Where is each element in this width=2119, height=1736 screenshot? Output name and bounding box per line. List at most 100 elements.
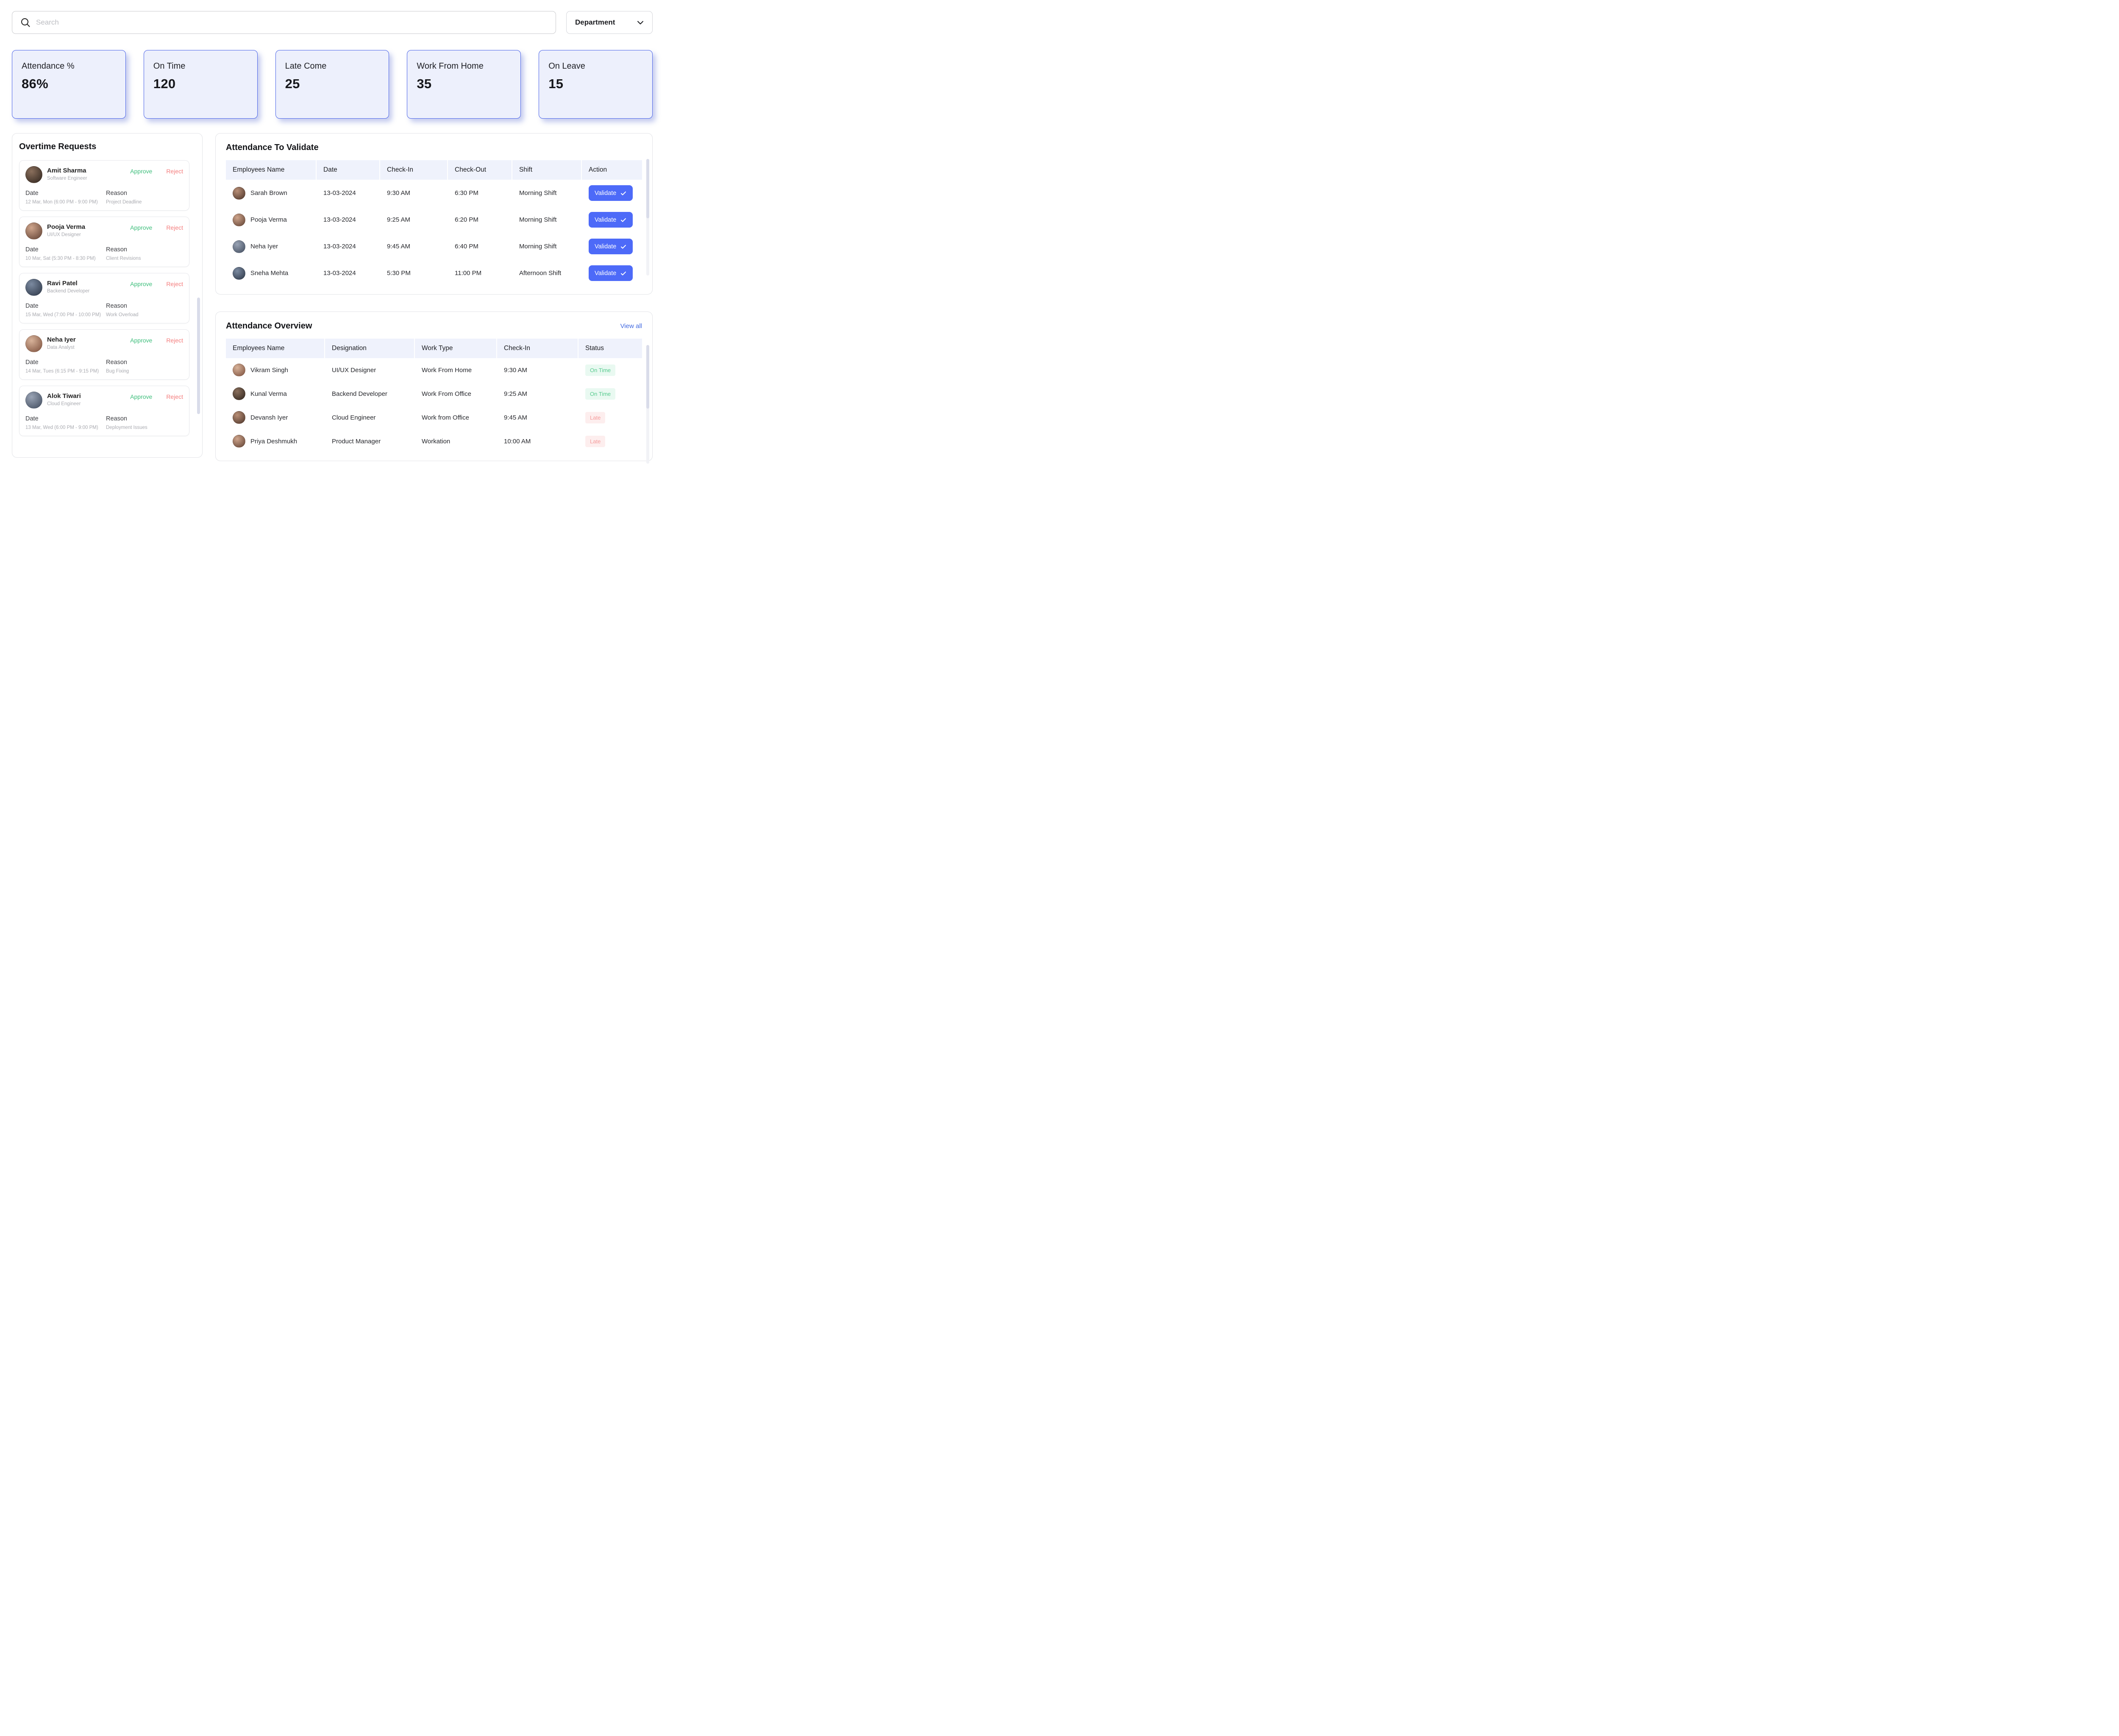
check-out-cell: 6:40 PM [448,237,512,256]
overtime-request-card: Ravi Patel Backend Developer Approve Rej… [19,273,189,323]
view-all-link[interactable]: View all [620,323,642,330]
reason-label: Reason [106,303,183,309]
scrollbar-thumb[interactable] [646,159,649,218]
column-header: Employees Name [226,339,324,358]
date-label: Date [25,359,103,366]
main-content: Overtime Requests Amit Sharma Software E… [12,133,653,461]
search-box[interactable] [12,11,556,34]
date-cell: 13-03-2024 [317,264,379,282]
avatar [25,335,42,352]
employee-role: Data Analyst [47,345,125,350]
validate-button[interactable]: Validate [589,212,633,228]
scrollbar-thumb[interactable] [197,298,200,414]
attendance-to-validate-panel: Attendance To Validate Employees Name Da… [215,133,653,295]
avatar [25,166,42,183]
work-type-cell: Workation [415,432,496,451]
check-out-cell: 11:00 PM [448,264,512,282]
check-in-cell: 5:30 PM [380,264,447,282]
table-row: Priya Deshmukh Product Manager Workation… [226,429,642,453]
stat-card-attendance: Attendance % 86% [12,50,126,119]
search-input[interactable] [36,18,548,27]
approve-button[interactable]: Approve [130,392,152,400]
reason-value: Client Revisions [106,256,183,261]
check-out-cell: 6:30 PM [448,184,512,202]
work-type-cell: Work From Home [415,361,496,379]
reason-label: Reason [106,415,183,422]
approve-button[interactable]: Approve [130,223,152,231]
reject-button[interactable]: Reject [166,223,183,231]
status-badge: Late [585,412,605,423]
check-icon [620,243,627,250]
shift-cell: Morning Shift [512,237,581,256]
reject-button[interactable]: Reject [166,335,183,344]
validate-label: Validate [595,270,616,277]
date-label: Date [25,303,103,309]
validate-scrollbar [646,159,649,275]
overtime-scrollbar [197,160,200,452]
stat-value: 35 [417,76,511,92]
stat-card-on-leave: On Leave 15 [539,50,653,119]
designation-cell: Backend Developer [325,385,414,403]
stat-value: 86% [22,76,116,92]
column-header: Check-In [497,339,578,358]
department-label: Department [575,18,615,27]
work-type-cell: Work From Office [415,385,496,403]
employee-role: Backend Developer [47,289,125,294]
approve-button[interactable]: Approve [130,335,152,344]
approve-button[interactable]: Approve [130,279,152,287]
reject-button[interactable]: Reject [166,279,183,287]
panel-title: Overtime Requests [19,142,195,152]
table-row: Vikram Singh UI/UX Designer Work From Ho… [226,358,642,382]
stat-label: Work From Home [417,61,511,71]
work-type-cell: Work from Office [415,409,496,427]
date-cell: 13-03-2024 [317,184,379,202]
validate-label: Validate [595,243,616,250]
employee-role: UI/UX Designer [47,232,125,237]
employee-name: Kunal Verma [250,390,287,398]
top-bar: Department [12,11,653,34]
validate-button[interactable]: Validate [589,185,633,201]
overtime-request-list: Amit Sharma Software Engineer Approve Re… [19,160,195,436]
avatar [233,187,245,200]
table-header-row: Employees Name Date Check-In Check-Out S… [226,160,642,180]
stat-card-wfh: Work From Home 35 [407,50,521,119]
stat-value: 15 [548,76,643,92]
employee-name: Pooja Verma [250,216,287,223]
column-header: Work Type [415,339,496,358]
date-label: Date [25,190,103,197]
designation-cell: Product Manager [325,432,414,451]
check-in-cell: 9:30 AM [497,361,578,379]
validate-button[interactable]: Validate [589,265,633,281]
employee-name: Ravi Patel [47,280,125,287]
stat-value: 120 [153,76,248,92]
check-icon [620,190,627,197]
employee-name: Pooja Verma [47,223,125,231]
check-icon [620,217,627,223]
table-row: Sarah Brown 13-03-2024 9:30 AM 6:30 PM M… [226,180,642,206]
validate-button[interactable]: Validate [589,239,633,254]
table-row: Neha Iyer 13-03-2024 9:45 AM 6:40 PM Mor… [226,233,642,260]
stat-label: Late Come [285,61,380,71]
employee-name: Vikram Singh [250,367,288,374]
department-dropdown[interactable]: Department [566,11,653,34]
avatar [233,267,245,280]
column-header: Date [317,160,379,180]
check-in-cell: 9:45 AM [497,409,578,427]
table-row: Sneha Mehta 13-03-2024 5:30 PM 11:00 PM … [226,260,642,287]
date-label: Date [25,246,103,253]
right-column: Attendance To Validate Employees Name Da… [215,133,653,461]
approve-button[interactable]: Approve [130,166,152,175]
employee-name: Neha Iyer [250,243,278,250]
shift-cell: Morning Shift [512,211,581,229]
chevron-down-icon [637,20,644,25]
reject-button[interactable]: Reject [166,166,183,175]
reason-value: Deployment Issues [106,425,183,430]
reject-button[interactable]: Reject [166,392,183,400]
scrollbar-thumb[interactable] [646,345,649,409]
employee-name: Sarah Brown [250,189,287,197]
overtime-request-card: Alok Tiwari Cloud Engineer Approve Rejec… [19,386,189,436]
panel-title: Attendance Overview [226,321,312,331]
reason-value: Bug Fixing [106,369,183,374]
stat-card-late-come: Late Come 25 [275,50,389,119]
check-in-cell: 9:30 AM [380,184,447,202]
